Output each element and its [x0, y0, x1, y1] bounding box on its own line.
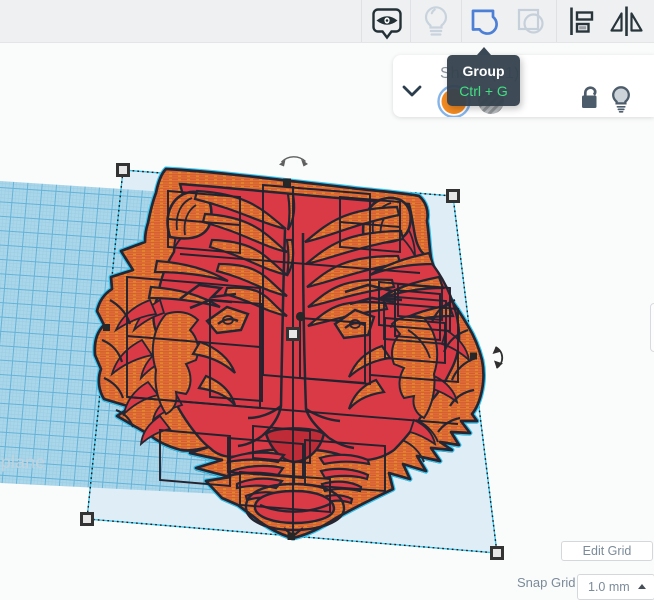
svg-text:plane: plane — [1, 452, 45, 472]
